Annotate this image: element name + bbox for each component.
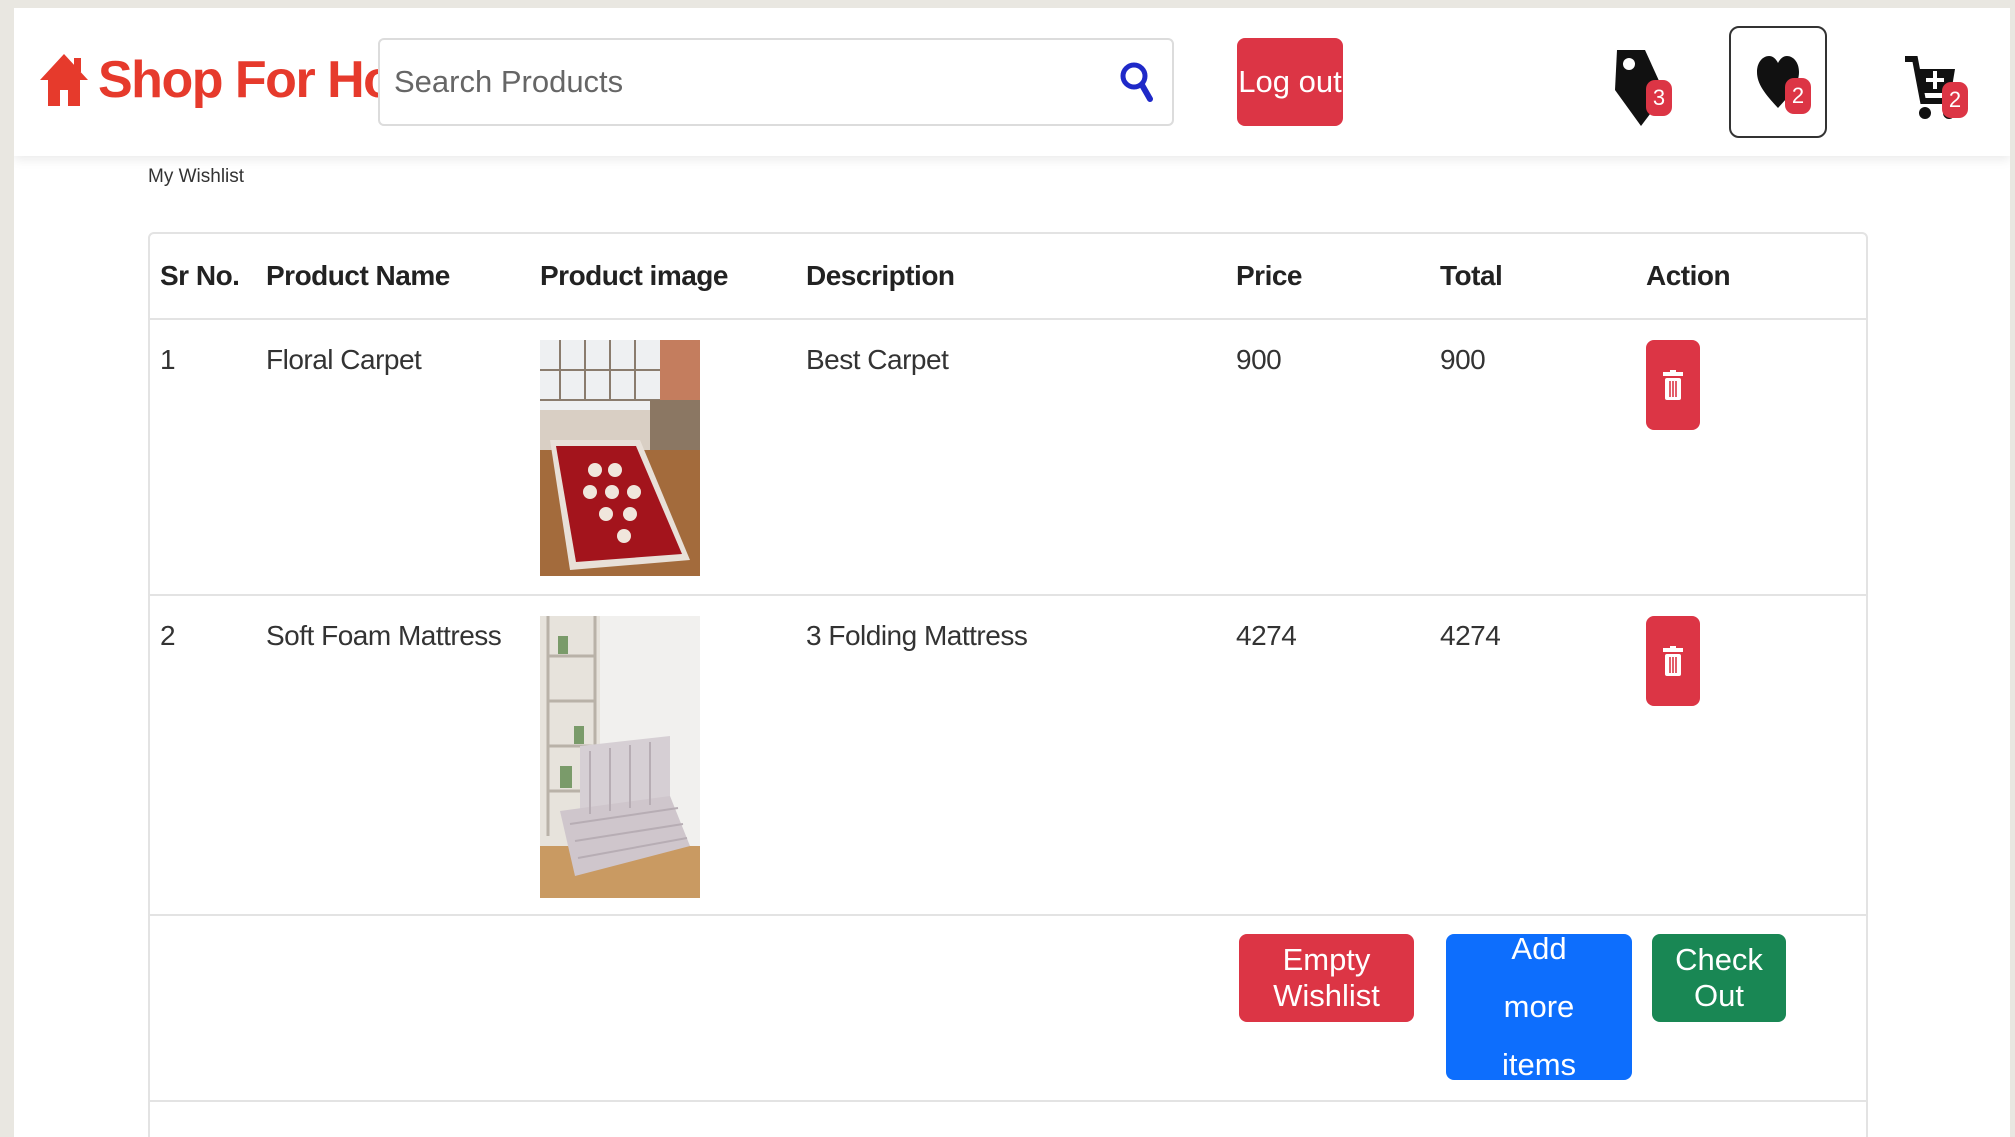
col-header-price: Price — [1236, 260, 1303, 291]
tags-count-badge: 3 — [1646, 80, 1672, 116]
search-icon — [1120, 62, 1153, 102]
trash-icon — [1663, 646, 1683, 676]
checkout-button[interactable]: Check Out — [1652, 934, 1786, 1022]
row-total: 4274 — [1440, 620, 1501, 651]
delete-button[interactable] — [1646, 616, 1700, 706]
col-header-name: Product Name — [266, 260, 450, 291]
cart-count-badge: 2 — [1942, 82, 1968, 118]
home-icon — [40, 54, 88, 106]
wishlist-nav-button[interactable]: 2 — [1729, 26, 1827, 138]
row-sr: 2 — [160, 620, 176, 651]
product-image-mattress — [540, 616, 700, 898]
wishlist-table: Sr No. Product Name Product image Descri… — [148, 232, 1868, 1137]
row-product-name: Soft Foam Mattress — [266, 620, 502, 651]
search-button[interactable] — [1114, 58, 1158, 106]
logout-button[interactable]: Log out — [1237, 38, 1343, 126]
product-image-carpet — [540, 340, 700, 576]
row-price: 900 — [1236, 344, 1282, 375]
row-description: 3 Folding Mattress — [806, 620, 1028, 651]
page: Shop For Home Log out 3 2 — [14, 8, 2010, 1137]
cart-nav-button[interactable]: 2 — [1876, 30, 1986, 144]
table-header: Sr No. Product Name Product image Descri… — [150, 234, 1866, 320]
wishlist-count-badge: 2 — [1785, 78, 1811, 114]
col-header-total: Total — [1440, 260, 1503, 291]
delete-button[interactable] — [1646, 340, 1700, 430]
empty-wishlist-button[interactable]: Empty Wishlist — [1239, 934, 1414, 1022]
table-footer: Empty Wishlist Add more items Check Out — [150, 914, 1866, 1102]
row-total: 900 — [1440, 344, 1486, 375]
tags-nav-button[interactable]: 3 — [1584, 30, 1694, 144]
col-header-image: Product image — [540, 260, 728, 291]
trash-icon — [1663, 370, 1683, 400]
page-title: My Wishlist — [148, 166, 245, 187]
row-sr: 1 — [160, 344, 176, 375]
col-header-sr: Sr No. — [160, 260, 240, 291]
col-header-action: Action — [1646, 260, 1731, 291]
search-input[interactable] — [394, 40, 1094, 124]
add-more-items-button[interactable]: Add more items — [1446, 931, 1632, 1082]
search-bar — [378, 38, 1174, 126]
row-description: Best Carpet — [806, 344, 949, 375]
col-header-description: Description — [806, 260, 955, 291]
table-row: 1 Floral Carpet Best Carpet 900 900 — [150, 320, 1866, 596]
row-product-name: Floral Carpet — [266, 344, 422, 375]
table-row: 2 Soft Foam Mattress 3 Folding Mattress … — [150, 596, 1866, 916]
navbar: Shop For Home Log out 3 2 — [14, 8, 2010, 156]
row-price: 4274 — [1236, 620, 1297, 651]
